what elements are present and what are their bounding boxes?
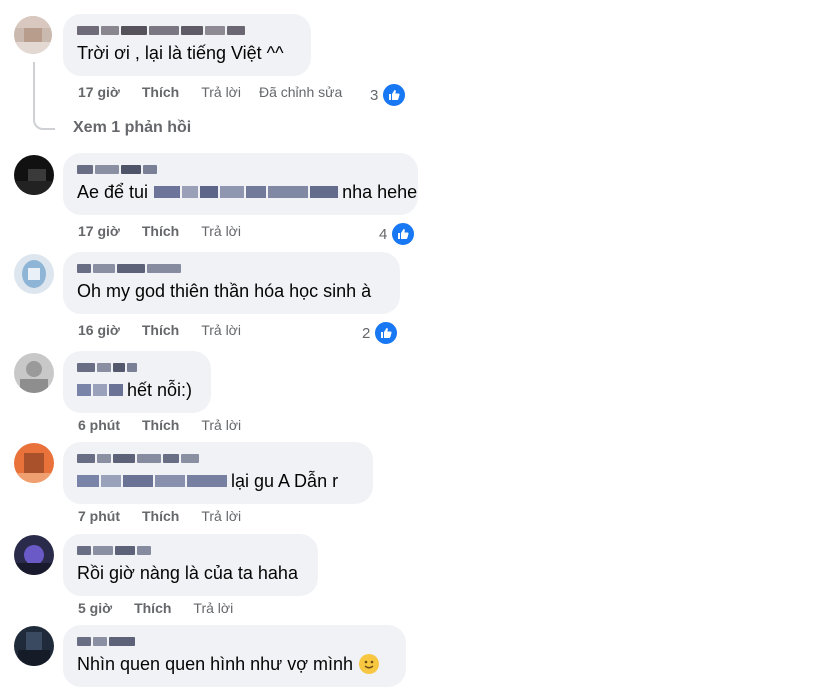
author-name[interactable] (77, 361, 197, 374)
text-suffix: nha hehe (342, 182, 418, 202)
reply-button[interactable]: Trả lời (201, 417, 241, 433)
author-name[interactable] (77, 635, 392, 648)
reaction-summary[interactable]: 3 (370, 82, 408, 108)
avatar[interactable] (14, 254, 54, 294)
avatar[interactable] (14, 626, 54, 666)
text-suffix: hết nỗi:) (127, 380, 193, 400)
reply-button[interactable]: Trả lời (201, 508, 241, 524)
like-button[interactable]: Thích (142, 417, 179, 433)
reply-button[interactable]: Trả lời (201, 223, 241, 239)
blurred-text (77, 475, 227, 487)
reaction-summary[interactable]: 4 (379, 221, 417, 247)
comment-text: hết nỗi:) (77, 378, 197, 402)
comment-actions: 7 phút Thích Trả lời (78, 508, 263, 524)
comment-text: Ae để tui nha hehe (77, 180, 417, 204)
reaction-count: 4 (379, 225, 388, 243)
comment-text: Trời ơi , lại là tiếng Việt ^^ (77, 43, 284, 63)
timestamp[interactable]: 17 giờ (78, 84, 120, 100)
author-name[interactable] (77, 163, 404, 176)
thumbs-up-icon (390, 221, 417, 247)
comment-actions: 17 giờ Thích Trả lời (78, 223, 263, 239)
avatar[interactable] (14, 443, 54, 483)
comment-bubble: Rồi giờ nàng là của ta haha (63, 534, 318, 596)
like-button[interactable]: Thích (142, 84, 179, 100)
author-name[interactable] (77, 24, 297, 37)
author-name[interactable] (77, 262, 386, 275)
reply-button[interactable]: Trả lời (201, 322, 241, 338)
reaction-summary[interactable]: 2 (362, 320, 400, 346)
reaction-count: 2 (362, 324, 371, 342)
like-button[interactable]: Thích (134, 600, 171, 616)
avatar[interactable] (14, 535, 54, 575)
thread-line (33, 62, 55, 130)
thumbs-up-icon (373, 320, 400, 346)
reply-button[interactable]: Trả lời (193, 600, 233, 616)
blurred-text (154, 186, 339, 198)
timestamp[interactable]: 7 phút (78, 508, 120, 524)
text-suffix: lại gu A Dẫn r (231, 471, 339, 491)
avatar[interactable] (14, 16, 52, 54)
reply-button[interactable]: Trả lời (201, 84, 241, 100)
comment-bubble: Oh my god thiên thần hóa học sinh à (63, 252, 400, 314)
comment-actions: 17 giờ Thích Trả lời Đã chỉnh sửa (78, 84, 364, 100)
avatar[interactable] (14, 155, 54, 195)
comment-actions: 5 giờ Thích Trả lời (78, 600, 255, 616)
comment-text-body: Nhìn quen quen hình như vợ mình (77, 654, 354, 674)
author-name[interactable] (77, 544, 304, 557)
blurred-text (77, 384, 123, 396)
timestamp[interactable]: 17 giờ (78, 223, 120, 239)
comment-bubble: Ae để tui nha hehe (63, 153, 418, 215)
like-button[interactable]: Thích (142, 322, 179, 338)
edited-label: Đã chỉnh sửa (258, 84, 343, 100)
smile-emoji-icon (359, 654, 380, 674)
comment-bubble: lại gu A Dẫn r (63, 442, 373, 504)
like-button[interactable]: Thích (142, 223, 179, 239)
like-button[interactable]: Thích (142, 508, 179, 524)
comment-text: Rồi giờ nàng là của ta haha (77, 563, 298, 583)
avatar[interactable] (14, 353, 54, 393)
comment-bubble: Trời ơi , lại là tiếng Việt ^^ (63, 14, 311, 76)
timestamp[interactable]: 5 giờ (78, 600, 112, 616)
thumbs-up-icon (381, 82, 408, 108)
text-prefix: Ae để tui (77, 182, 149, 202)
view-replies-link[interactable]: Xem 1 phản hồi (73, 119, 191, 137)
comment-text: Oh my god thiên thần hóa học sinh à (77, 281, 372, 301)
comment-bubble: hết nỗi:) (63, 351, 211, 413)
comment-actions: 16 giờ Thích Trả lời (78, 322, 263, 338)
comment-bubble: Nhìn quen quen hình như vợ mình (63, 625, 406, 687)
timestamp[interactable]: 16 giờ (78, 322, 120, 338)
author-name[interactable] (77, 452, 359, 465)
reaction-count: 3 (370, 86, 379, 104)
comment-text: lại gu A Dẫn r (77, 469, 359, 493)
comment-text: Nhìn quen quen hình như vợ mình (77, 652, 392, 676)
comment-actions: 6 phút Thích Trả lời (78, 417, 263, 433)
timestamp[interactable]: 6 phút (78, 417, 120, 433)
